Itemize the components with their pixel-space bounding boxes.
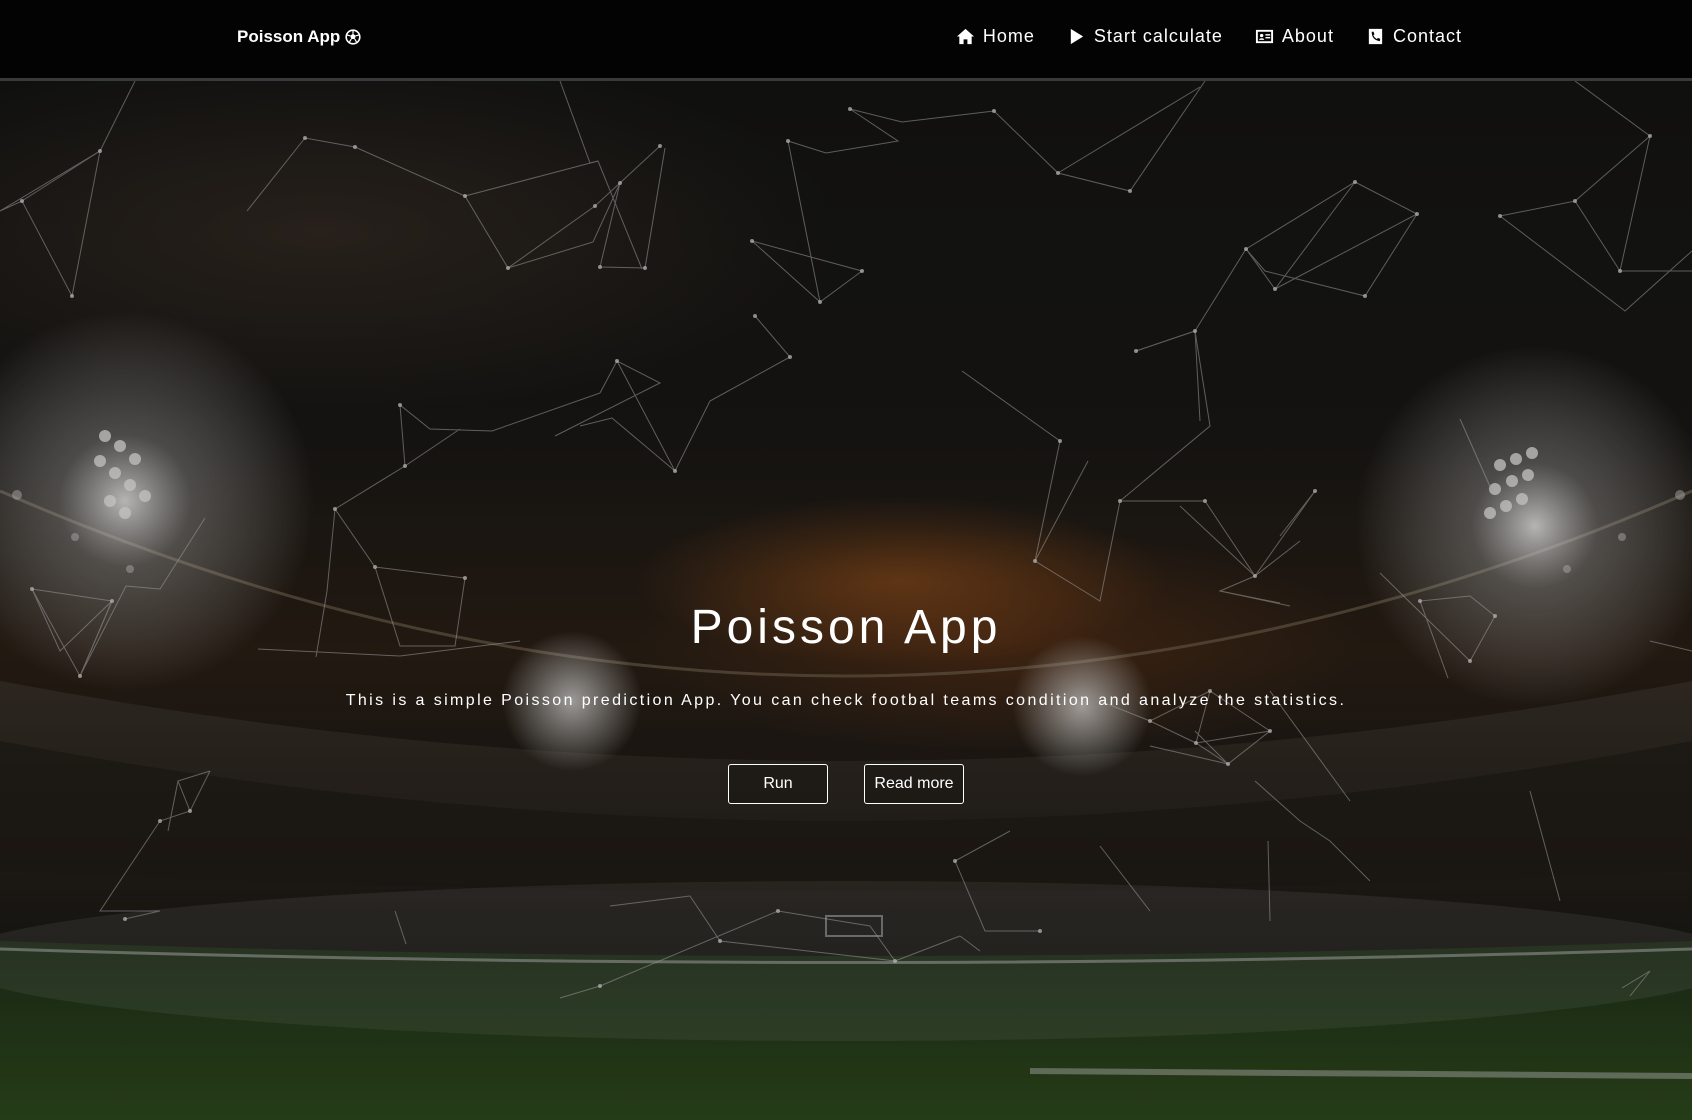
play-icon [1070,28,1083,45]
nav-item-about[interactable]: About [1255,26,1334,47]
home-icon [956,28,974,45]
nav-start-calculate-label: Start calculate [1093,26,1223,46]
hero-description: This is a simple Poisson prediction App.… [345,692,1347,709]
hero-title: Poisson App [690,601,1002,654]
nav-item-home[interactable]: Home [956,26,1035,47]
read-more-button[interactable]: Read more [864,764,964,804]
soccer-ball-icon [345,29,361,45]
nav-contact-label: Contact [1392,26,1462,46]
brand-label: Poisson App [237,27,341,46]
nav-about-label: About [1281,26,1334,46]
nav-links: Home Start calculate About Contact [956,26,1462,47]
nav-item-start-calculate[interactable]: Start calculate [1067,26,1223,47]
nav-item-contact[interactable]: Contact [1366,26,1462,47]
nav-home-label: Home [982,26,1035,46]
id-card-icon [1255,29,1273,44]
brand-link[interactable]: Poisson App [237,27,361,47]
navbar: Poisson App Home Start calculate About C… [0,0,1692,81]
page: Poisson App Home Start calculate About C… [0,0,1692,1120]
phone-icon [1368,28,1383,45]
run-button[interactable]: Run [728,764,828,804]
hero-buttons: Run Read more [0,764,1692,804]
hero-section: Poisson App This is a simple Poisson pre… [0,81,1692,1120]
